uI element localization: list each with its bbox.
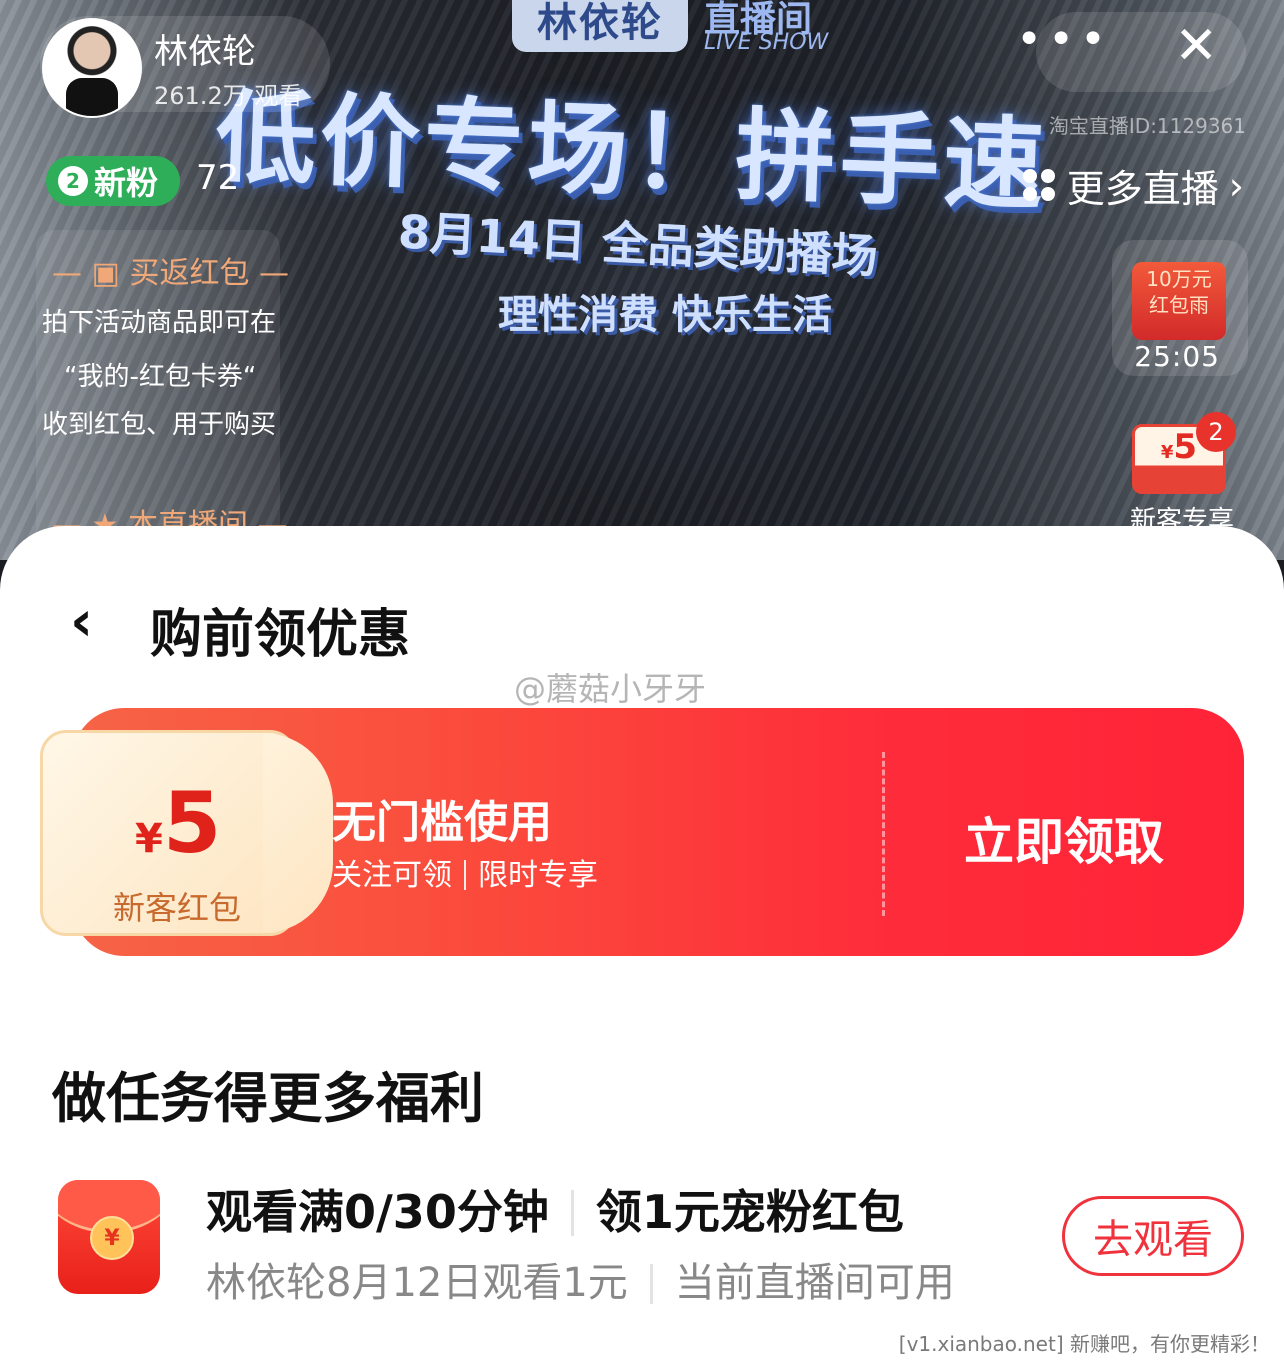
coupon-type-label: 新客红包 bbox=[113, 889, 242, 927]
coupon-dashed-divider bbox=[882, 752, 885, 916]
more-icon[interactable]: ••• bbox=[1016, 18, 1112, 62]
close-icon[interactable]: ✕ bbox=[1174, 16, 1218, 76]
task-title-separator bbox=[570, 1190, 574, 1236]
grid-dots-icon bbox=[1022, 168, 1057, 203]
host-name: 林依轮 bbox=[154, 32, 256, 72]
coupon-yen: ¥ bbox=[135, 816, 163, 862]
back-chevron-icon[interactable]: ‹ bbox=[70, 594, 104, 650]
avatar[interactable] bbox=[42, 18, 142, 118]
rebate-line-1: 拍下活动商品即可在 bbox=[42, 308, 277, 338]
yen-coin-icon: ¥ bbox=[90, 1216, 134, 1260]
task-subtitle-separator bbox=[649, 1264, 653, 1304]
fans-count: 72 bbox=[196, 158, 240, 198]
rain-countdown: 25:05 bbox=[1134, 340, 1220, 373]
stream-brand-live-sub: LIVE SHOW bbox=[704, 30, 829, 55]
widget-yen: ¥ bbox=[1160, 442, 1174, 463]
red-packet-rain-card: 10万元 红包雨 bbox=[1132, 262, 1226, 340]
stream-subline-slogan: 理性消费 快乐生活 bbox=[498, 292, 832, 338]
coupon-count-badge: 2 bbox=[1196, 412, 1236, 452]
task-scope: 林依轮8月12日观看1元 bbox=[206, 1260, 628, 1306]
coupon-number: 5 bbox=[162, 774, 222, 872]
task-subtitle: 林依轮8月12日观看1元 当前直播间可用 bbox=[206, 1250, 955, 1308]
coupon-condition-separator bbox=[464, 860, 466, 890]
task-usage: 当前直播间可用 bbox=[674, 1260, 955, 1306]
red-envelope-icon: ¥ bbox=[58, 1180, 160, 1294]
task-title: 观看满0/30分钟 领1元宠粉红包 bbox=[206, 1176, 904, 1242]
more-live-button[interactable]: 更多直播 › bbox=[1022, 158, 1244, 213]
calendar-icon: ▣ bbox=[91, 256, 120, 291]
coupon-value-stub: ¥5 新客红包 bbox=[40, 730, 333, 936]
task-progress: 观看满0/30分钟 bbox=[206, 1185, 549, 1239]
stream-headline: 低价专场！拼手速 bbox=[213, 78, 1050, 225]
task-reward: 领1元宠粉红包 bbox=[595, 1185, 904, 1239]
coupon-conditions: 关注可领 限时专享 bbox=[332, 850, 598, 894]
more-live-label: 更多直播 bbox=[1066, 167, 1219, 211]
fans-badge[interactable]: 2 新粉 bbox=[46, 156, 180, 206]
widget-amount: 5 bbox=[1173, 427, 1198, 467]
rain-line-2: 红包雨 bbox=[1149, 293, 1209, 317]
tasks-heading: 做任务得更多福利 bbox=[52, 1067, 484, 1130]
coupon-condition-limited: 限时专享 bbox=[478, 858, 598, 893]
go-watch-button[interactable]: 去观看 bbox=[1062, 1196, 1244, 1276]
coupon-amount: ¥5 bbox=[135, 781, 221, 865]
stream-brand-name: 林依轮 bbox=[512, 0, 688, 52]
coupon-condition-follow: 关注可领 bbox=[332, 858, 452, 893]
claim-coupon-button[interactable]: 立即领取 bbox=[964, 802, 1164, 874]
page-title: 购前领优惠 bbox=[150, 605, 411, 665]
footer-watermark: [v1.xianbao.net] 新赚吧，有你更精彩！ bbox=[898, 1332, 1270, 1356]
weibo-watermark: @蘑菇小牙牙 bbox=[514, 670, 707, 708]
host-viewers: 261.2万 观看 bbox=[154, 82, 303, 110]
rebate-line-3: 收到红包、用于购买 bbox=[42, 410, 277, 440]
coupon-title: 无门槛使用 bbox=[332, 797, 552, 848]
chevron-right-icon: › bbox=[1228, 163, 1244, 208]
fans-label: 新粉 bbox=[94, 164, 159, 202]
rebate-line-2: “我的-红包卡券“ bbox=[64, 362, 257, 392]
rain-line-1: 10万元 bbox=[1146, 267, 1212, 291]
fans-level: 2 bbox=[58, 166, 88, 196]
rebate-panel-title: — ▣ 买返红包 — bbox=[52, 256, 289, 291]
room-id: 淘宝直播ID:1129361 bbox=[1048, 114, 1246, 138]
